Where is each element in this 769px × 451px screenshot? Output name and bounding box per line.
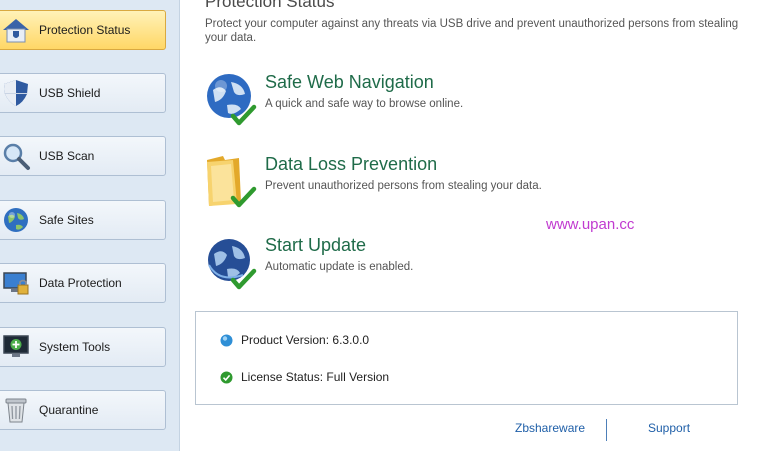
globe-update-check-icon (203, 235, 259, 291)
sidebar-item-system-tools[interactable]: System Tools (0, 327, 166, 367)
product-version-row: Product Version: 6.3.0.0 (220, 333, 369, 347)
feature-data-loss-prevention: Data Loss Prevention Prevent unauthorize… (203, 154, 723, 214)
sidebar-item-label: Quarantine (39, 403, 99, 417)
folder-check-icon (203, 154, 259, 210)
main-content: Protection Status Protect your computer … (181, 0, 769, 451)
sidebar-item-protection-status[interactable]: Protection Status (0, 10, 166, 50)
sidebar: Protection Status USB Shield USB Scan Sa… (0, 0, 180, 451)
product-info-panel: Product Version: 6.3.0.0 License Status:… (195, 311, 738, 405)
feature-description: Prevent unauthorized persons from steali… (265, 180, 542, 192)
shield-icon (0, 76, 33, 110)
globe-check-icon (203, 72, 259, 128)
license-status-row: License Status: Full Version (220, 370, 389, 384)
product-version-value: 6.3.0.0 (332, 333, 370, 347)
support-link[interactable]: Support (648, 421, 690, 435)
sidebar-item-quarantine[interactable]: Quarantine (0, 390, 166, 430)
watermark-text: www.upan.cc (546, 216, 635, 233)
monitor-tools-icon (0, 330, 33, 364)
license-status-label: License Status: (241, 370, 324, 384)
monitor-lock-icon (0, 266, 33, 300)
footer-divider (606, 419, 607, 441)
feature-start-update: Start Update Automatic update is enabled… (203, 235, 723, 295)
sidebar-item-safe-sites[interactable]: Safe Sites (0, 200, 166, 240)
sidebar-item-label: Protection Status (39, 23, 131, 37)
sidebar-item-usb-scan[interactable]: USB Scan (0, 136, 166, 176)
sidebar-item-data-protection[interactable]: Data Protection (0, 263, 166, 303)
sidebar-item-usb-shield[interactable]: USB Shield (0, 73, 166, 113)
sidebar-item-label: Safe Sites (39, 213, 94, 227)
feature-description: Automatic update is enabled. (265, 261, 414, 273)
feature-title: Safe Web Navigation (265, 72, 434, 92)
page-title: Protection Status (205, 0, 335, 11)
feature-safe-web-navigation: Safe Web Navigation A quick and safe way… (203, 72, 723, 132)
trash-bin-icon (0, 393, 33, 427)
feature-title: Start Update (265, 235, 367, 255)
page-description: Protect your computer against any threat… (205, 18, 739, 44)
magnifier-icon (0, 139, 33, 173)
sidebar-item-label: System Tools (39, 340, 111, 354)
feature-description: A quick and safe way to browse online. (265, 98, 464, 110)
app-window: Protection Status USB Shield USB Scan Sa… (0, 0, 769, 451)
sidebar-item-label: USB Scan (39, 149, 95, 163)
home-shield-icon (0, 13, 33, 47)
zbshareware-link[interactable]: Zbshareware (515, 421, 585, 435)
globe-icon (0, 203, 33, 237)
product-version-label: Product Version: (241, 333, 330, 347)
info-globe-icon (220, 334, 233, 347)
sidebar-item-label: USB Shield (39, 86, 101, 100)
feature-title: Data Loss Prevention (265, 154, 438, 174)
license-status-value: Full Version (326, 370, 390, 384)
check-circle-icon (220, 371, 233, 384)
sidebar-item-label: Data Protection (39, 276, 122, 290)
